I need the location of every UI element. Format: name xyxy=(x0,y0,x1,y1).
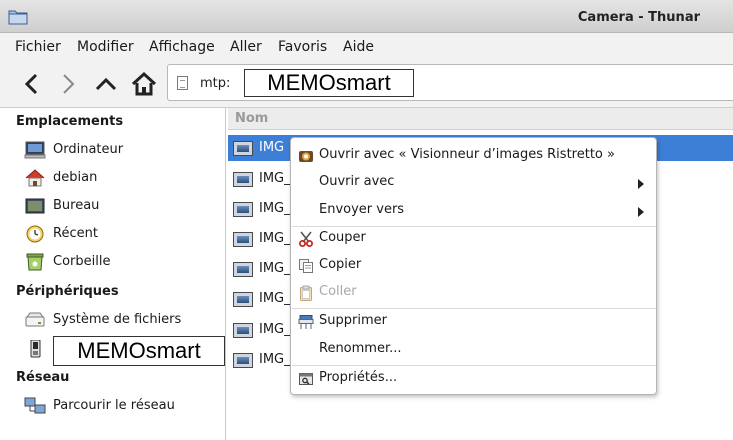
sidebar-item-label: Bureau xyxy=(53,198,100,213)
sidebar-item-memosmart[interactable] xyxy=(24,338,54,360)
home-icon xyxy=(25,169,45,187)
sidebar-item-label: Ordinateur xyxy=(53,142,124,157)
sidebar-item-label: Système de fichiers xyxy=(53,312,182,327)
image-file-icon xyxy=(233,292,253,307)
menu-item-label: Ouvrir avec « Visionneur d’images Ristre… xyxy=(319,147,615,162)
menu-item-label: Renommer... xyxy=(319,341,402,356)
phone-icon xyxy=(30,340,41,358)
home-button[interactable] xyxy=(130,70,158,98)
menu-aller[interactable]: Aller xyxy=(230,39,262,55)
submenu-arrow-icon xyxy=(638,179,644,189)
network-icon xyxy=(24,397,46,414)
up-button[interactable] xyxy=(92,70,120,98)
location-device-button[interactable]: MEMOsmart xyxy=(244,69,414,97)
file-name: IMG_ xyxy=(259,201,291,216)
sidebar-item-label: Récent xyxy=(53,226,98,241)
sidebar-item-label: Corbeille xyxy=(53,254,111,269)
sidebar-item-label: Parcourir le réseau xyxy=(53,398,175,413)
menu-fichier[interactable]: Fichier xyxy=(15,39,61,55)
menu-item-label: Coller xyxy=(319,284,357,299)
properties-icon xyxy=(299,373,313,385)
menu-item-renommer[interactable]: Renommer... xyxy=(291,337,656,363)
menu-item-ouvrir-avec-ristretto[interactable]: Ouvrir avec « Visionneur d’images Ristre… xyxy=(291,143,656,169)
image-file-icon xyxy=(233,141,253,156)
submenu-arrow-icon xyxy=(638,207,644,217)
location-bar[interactable]: mtp: MEMOsmart xyxy=(167,64,733,101)
menu-item-label: Ouvrir avec xyxy=(319,174,395,189)
forward-button[interactable] xyxy=(54,70,82,98)
context-menu: Ouvrir avec « Visionneur d’images Ristre… xyxy=(290,137,657,395)
drive-icon xyxy=(25,312,45,327)
menu-item-supprimer[interactable]: Supprimer xyxy=(291,309,656,335)
menu-favoris[interactable]: Favoris xyxy=(278,39,327,55)
file-name: IMG xyxy=(259,140,285,155)
menu-item-label: Envoyer vers xyxy=(319,202,405,217)
sidebar-item-label: debian xyxy=(53,170,98,185)
chevron-right-icon xyxy=(63,74,75,94)
menu-item-ouvrir-avec[interactable]: Ouvrir avec xyxy=(291,170,656,196)
title-bar[interactable]: Camera - Thunar xyxy=(0,0,733,33)
back-button[interactable] xyxy=(18,70,46,98)
file-name: IMG_ xyxy=(259,171,291,186)
ristretto-icon xyxy=(299,151,313,162)
menu-item-label: Couper xyxy=(319,230,366,245)
scissors-icon xyxy=(299,231,313,247)
menu-item-envoyer-vers[interactable]: Envoyer vers xyxy=(291,198,656,224)
menu-modifier[interactable]: Modifier xyxy=(77,39,134,55)
file-name: IMG_ xyxy=(259,291,291,306)
menu-aide[interactable]: Aide xyxy=(343,39,374,55)
menu-bar: Fichier Modifier Affichage Aller Favoris… xyxy=(0,33,733,60)
home-icon xyxy=(131,71,157,96)
menu-affichage[interactable]: Affichage xyxy=(149,39,215,55)
folder-icon xyxy=(8,10,28,25)
file-name: IMG_ xyxy=(259,261,291,276)
menu-item-copier[interactable]: Copier xyxy=(291,253,656,279)
location-scheme: mtp: xyxy=(200,76,231,91)
location-icon xyxy=(177,76,188,90)
section-emplacements: Emplacements xyxy=(16,114,124,129)
copy-icon xyxy=(299,259,313,273)
file-name: IMG_ xyxy=(259,352,291,367)
clock-icon xyxy=(26,225,44,243)
paste-icon xyxy=(300,285,312,301)
window-title: Camera - Thunar xyxy=(577,10,700,25)
menu-item-coller: Coller xyxy=(291,280,656,306)
chevron-left-icon xyxy=(24,73,38,95)
image-file-icon xyxy=(233,172,253,187)
delete-icon xyxy=(298,315,314,329)
column-header-nom[interactable]: Nom xyxy=(228,108,733,130)
sidebar: Emplacements Ordinateur debian Bureau Ré… xyxy=(0,108,226,440)
computer-icon xyxy=(24,141,46,159)
file-name: IMG_ xyxy=(259,322,291,337)
menu-item-label: Supprimer xyxy=(319,313,387,328)
image-file-icon xyxy=(233,323,253,338)
image-file-icon xyxy=(233,232,253,247)
image-file-icon xyxy=(233,202,253,217)
toolbar: mtp: MEMOsmart xyxy=(0,60,733,108)
chevron-up-icon xyxy=(95,77,117,91)
trash-icon xyxy=(26,253,44,271)
file-name: IMG_ xyxy=(259,231,291,246)
menu-item-label: Propriétés... xyxy=(319,370,398,385)
image-file-icon xyxy=(233,262,253,277)
desktop-icon xyxy=(25,198,45,214)
column-header-label: Nom xyxy=(235,111,269,126)
menu-item-proprietes[interactable]: Propriétés... xyxy=(291,366,656,392)
menu-item-couper[interactable]: Couper xyxy=(291,226,656,252)
image-file-icon xyxy=(233,353,253,368)
menu-item-label: Copier xyxy=(319,257,362,272)
section-peripheriques: Périphériques xyxy=(16,284,119,299)
sidebar-device-memosmart-label[interactable]: MEMOsmart xyxy=(53,336,225,366)
section-reseau: Réseau xyxy=(16,370,70,385)
